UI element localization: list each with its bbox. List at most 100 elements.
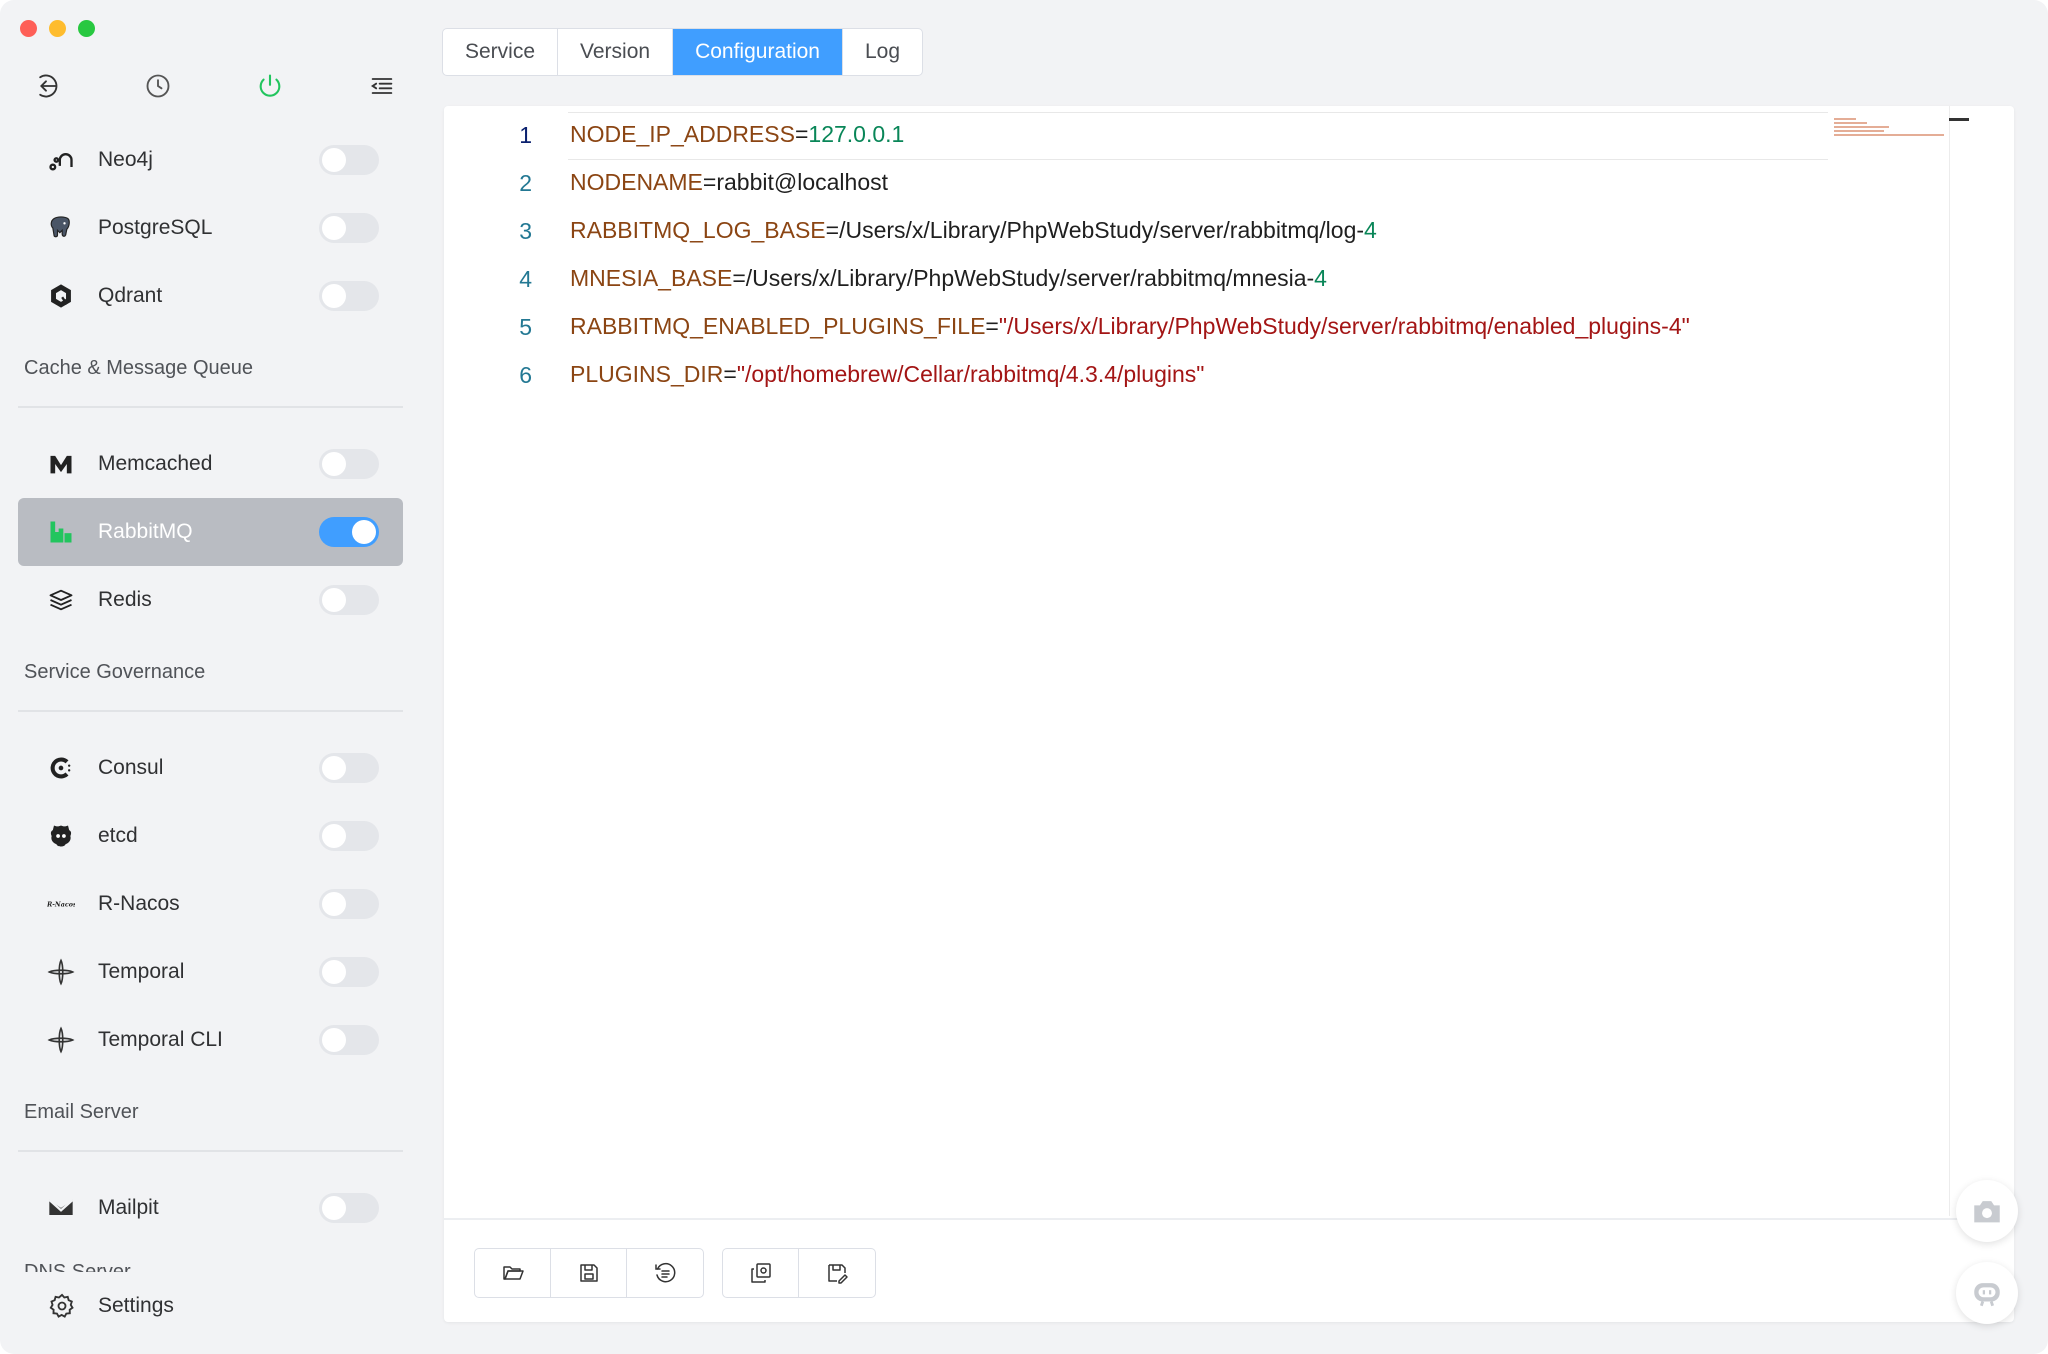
consul-icon — [46, 753, 76, 783]
code-token: = — [794, 121, 809, 147]
sidebar-item-neo4j[interactable]: Neo4j — [18, 126, 403, 194]
settings-button[interactable]: Settings — [48, 1292, 174, 1320]
sidebar-item-redis[interactable]: Redis — [18, 566, 403, 634]
tab-log[interactable]: Log — [843, 29, 922, 75]
screenshot-button[interactable] — [1956, 1180, 2018, 1242]
editor-toolbar — [474, 1248, 876, 1298]
svg-text:R-Nacos: R-Nacos — [47, 902, 75, 909]
sidebar-item-label: Qdrant — [98, 284, 163, 307]
line-number: 4 — [519, 266, 532, 292]
open-folder-button[interactable] — [475, 1249, 551, 1297]
line-number: 5 — [519, 314, 532, 340]
sidebar-item-label: Redis — [98, 588, 152, 611]
mailpit-icon — [46, 1193, 76, 1223]
sidebar-top-toolbar — [28, 68, 400, 104]
service-toggle[interactable] — [319, 889, 379, 919]
tab-service[interactable]: Service — [443, 29, 559, 75]
editor-scrollbar[interactable] — [1949, 106, 1979, 1216]
editor-minimap[interactable] — [1834, 118, 1944, 136]
code-line[interactable]: 1 NODE_IP_ADDRESS=127.0.0.1 — [444, 112, 1828, 160]
power-icon[interactable] — [252, 68, 288, 104]
service-toggle[interactable] — [319, 821, 379, 851]
redis-icon — [46, 585, 76, 615]
sidebar-item-label: Mailpit — [98, 1196, 159, 1219]
screenshot-icon — [1974, 1201, 2000, 1223]
load-default-button[interactable] — [723, 1249, 799, 1297]
r-nacos-icon: R-Nacos — [46, 889, 76, 919]
code-text: MNESIA_BASE=/Users/x/Library/PhpWebStudy… — [570, 265, 1327, 292]
rabbitmq-icon — [46, 517, 76, 547]
save-as-button[interactable] — [799, 1249, 875, 1297]
service-toggle[interactable] — [319, 957, 379, 987]
code-token: RABBITMQ_LOG_BASE — [570, 217, 826, 243]
tab-bar: Service Version Configuration Log — [442, 28, 924, 76]
code-line[interactable]: 3 RABBITMQ_LOG_BASE=/Users/x/Library/PhpW… — [444, 208, 1828, 256]
tab-configuration[interactable]: Configuration — [673, 29, 843, 75]
etcd-icon — [46, 821, 76, 851]
code-token: 4 — [1364, 217, 1377, 243]
code-token: MNESIA_BASE — [570, 265, 733, 291]
format-button[interactable] — [627, 1249, 703, 1297]
line-number: 3 — [519, 218, 532, 244]
sidebar-item-label: Temporal CLI — [98, 1028, 223, 1051]
ai-assistant-button[interactable] — [1956, 1262, 2018, 1324]
sidebar-item-temporal[interactable]: Temporal — [18, 938, 403, 1006]
history-icon[interactable] — [140, 68, 176, 104]
service-toggle[interactable] — [319, 753, 379, 783]
service-toggle[interactable] — [319, 1193, 379, 1223]
menu-collapse-icon[interactable] — [364, 68, 400, 104]
sidebar-item-label: Temporal — [98, 960, 185, 983]
sidebar-item-label: Memcached — [98, 452, 213, 475]
sidebar-item-r-nacos[interactable]: R-Nacos R-Nacos — [18, 870, 403, 938]
save-as-icon — [828, 1264, 848, 1284]
code-token: = — [985, 313, 999, 339]
code-text: PLUGINS_DIR="/opt/homebrew/Cellar/rabbit… — [570, 361, 1204, 388]
code-text: RABBITMQ_ENABLED_PLUGINS_FILE="/Users/x/… — [570, 313, 1690, 340]
code-token: =/Users/x/Library/PhpWebStudy/server/rab… — [732, 265, 1315, 291]
code-token: PLUGINS_DIR — [570, 361, 724, 387]
postgresql-icon — [46, 213, 76, 243]
code-editor[interactable]: 1 NODE_IP_ADDRESS=127.0.0.1 2 NODENAME=rabb… — [444, 106, 1979, 1216]
tab-version[interactable]: Version — [558, 29, 674, 75]
sidebar-item-temporal-cli[interactable]: Temporal CLI — [18, 1006, 403, 1074]
settings-label: Settings — [98, 1294, 174, 1317]
sidebar-item-postgresql[interactable]: PostgreSQL — [18, 194, 403, 262]
back-icon[interactable] — [28, 68, 64, 104]
service-toggle[interactable] — [319, 281, 379, 311]
service-toggle[interactable] — [319, 585, 379, 615]
sidebar-item-qdrant[interactable]: Qdrant — [18, 262, 403, 330]
sidebar-item-label: etcd — [98, 824, 138, 847]
memcached-icon — [46, 449, 76, 479]
neo4j-icon — [46, 145, 76, 175]
scrollbar-marker — [1949, 118, 1969, 121]
sidebar: Neo4j PostgreSQL Qdrant Cache & Message … — [0, 0, 420, 1354]
save-icon — [579, 1264, 598, 1282]
service-toggle[interactable] — [319, 213, 379, 243]
sidebar-item-memcached[interactable]: Memcached — [18, 430, 403, 498]
ai-assistant-icon — [1974, 1283, 2000, 1307]
template-button-group — [722, 1248, 876, 1298]
service-toggle[interactable] — [319, 145, 379, 175]
sidebar-item-rabbitmq[interactable]: RabbitMQ — [18, 498, 403, 566]
service-toggle[interactable] — [319, 517, 379, 547]
service-toggle[interactable] — [319, 449, 379, 479]
code-line[interactable]: 4 MNESIA_BASE=/Users/x/Library/PhpWebStud… — [444, 256, 1828, 304]
code-line[interactable]: 6 PLUGINS_DIR="/opt/homebrew/Cellar/rabbi… — [444, 352, 1828, 400]
code-token: NODE_IP_ADDRESS — [570, 121, 795, 147]
code-token: NODENAME — [570, 169, 703, 195]
sidebar-item-etcd[interactable]: etcd — [18, 802, 403, 870]
service-toggle[interactable] — [319, 1025, 379, 1055]
temporal-icon — [46, 957, 76, 987]
code-line[interactable]: 5 RABBITMQ_ENABLED_PLUGINS_FILE="/Users/x… — [444, 304, 1828, 352]
file-button-group — [474, 1248, 704, 1298]
config-panel: 1 NODE_IP_ADDRESS=127.0.0.1 2 NODENAME=rabb… — [444, 106, 2014, 1322]
code-token: 4 — [1314, 265, 1327, 291]
code-token: "/opt/homebrew/Cellar/rabbitmq/4.3.4/plu… — [736, 361, 1205, 387]
code-text: RABBITMQ_LOG_BASE=/Users/x/Library/PhpWe… — [570, 217, 1377, 244]
save-button[interactable] — [551, 1249, 627, 1297]
sidebar-item-label: R-Nacos — [98, 892, 180, 915]
code-line[interactable]: 2 NODENAME=rabbit@localhost — [444, 160, 1828, 208]
sidebar-item-mailpit[interactable]: Mailpit — [18, 1174, 403, 1242]
gear-icon — [49, 1293, 74, 1318]
sidebar-item-consul[interactable]: Consul — [18, 734, 403, 802]
